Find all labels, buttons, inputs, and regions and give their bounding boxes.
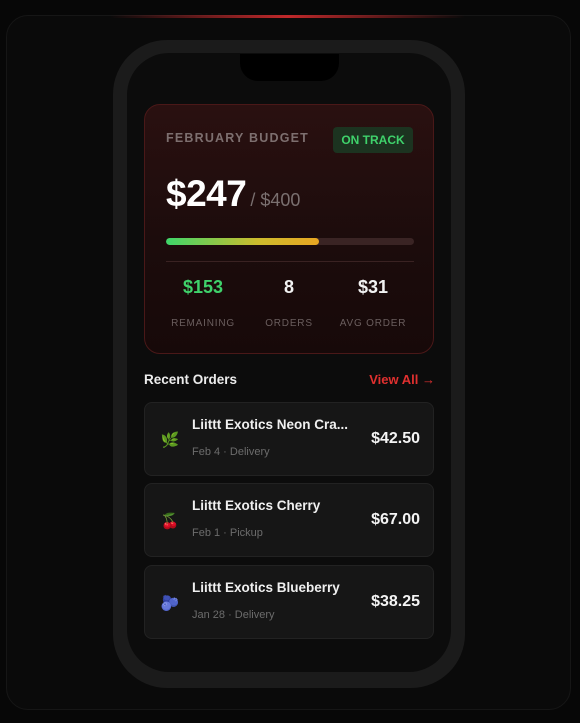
stat-value: $31 [357,277,389,297]
stat-label: ORDERS [265,318,313,329]
order-item[interactable]: 🌿 Liittt Exotics Neon Cra... Feb 4 · Del… [144,402,434,476]
order-price: $67.00 [371,511,420,528]
stat-label: AVG ORDER [339,318,407,329]
budget-progress-bar [166,238,414,245]
order-meta: Feb 1 · Pickup [192,527,263,539]
stat-label: REMAINING [171,318,235,329]
blueberry-icon: 🫐 [160,594,180,612]
stat-orders: 8 ORDERS [249,277,329,329]
budget-amount: $247/ $400 [166,173,300,215]
leaf-icon: 🌿 [160,431,180,449]
view-all-link[interactable]: View All → [369,372,435,387]
order-item[interactable]: 🫐 Liittt Exotics Blueberry Jan 28 · Deli… [144,565,434,639]
divider [166,261,414,262]
status-badge: ON TRACK [333,127,413,153]
order-meta: Jan 28 · Delivery [192,609,275,621]
order-item[interactable]: 🍒 Liittt Exotics Cherry Feb 1 · Pickup $… [144,483,434,557]
recent-orders-heading: Recent Orders [144,372,238,387]
stat-avg-order: $31 AVG ORDER [333,277,413,329]
frame-glow [110,15,465,18]
budget-title: FEBRUARY BUDGET [166,131,310,145]
stat-value: $153 [182,277,224,297]
cherry-icon: 🍒 [160,512,180,530]
order-name: Liittt Exotics Neon Cra... [192,417,349,432]
budget-progress-fill [166,238,320,245]
stat-remaining: $153 REMAINING [163,277,243,329]
order-meta: Feb 4 · Delivery [192,446,270,458]
order-name: Liittt Exotics Cherry [192,498,321,513]
order-name: Liittt Exotics Blueberry [192,580,340,595]
phone-notch [240,54,339,81]
order-price: $42.50 [371,430,420,447]
budget-limit: / $400 [250,190,301,210]
order-price: $38.25 [371,593,420,610]
spent-amount: $247 [166,173,247,214]
budget-card: FEBRUARY BUDGET ON TRACK $247/ $400 $153… [144,104,434,354]
stat-value: 8 [283,277,294,297]
